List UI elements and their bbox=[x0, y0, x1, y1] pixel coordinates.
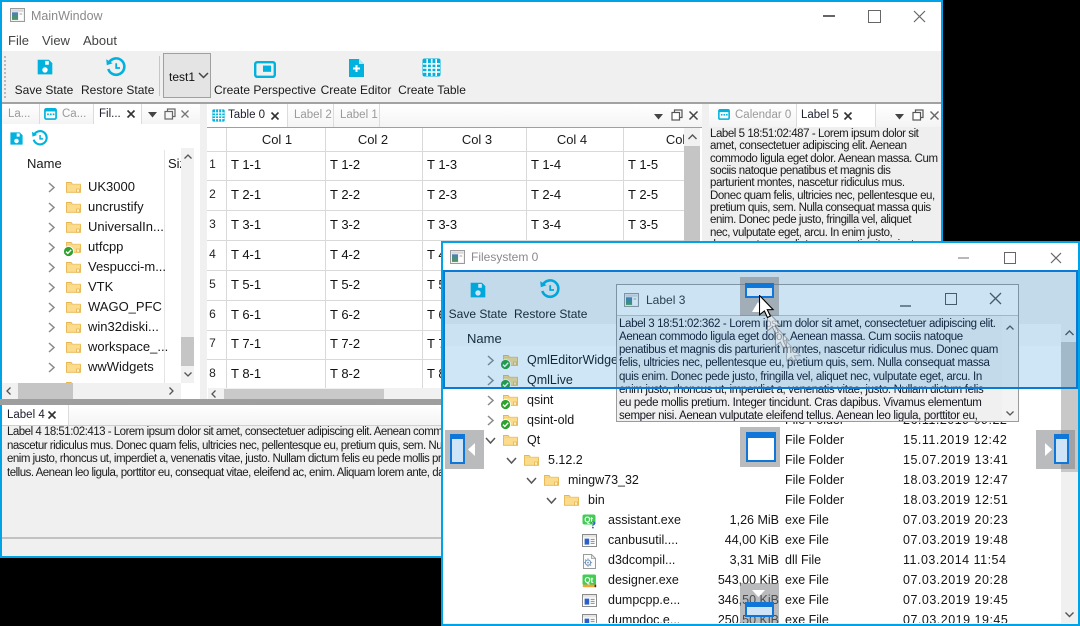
svg-text:?: ? bbox=[591, 520, 597, 530]
svg-text:Qt: Qt bbox=[584, 576, 593, 585]
